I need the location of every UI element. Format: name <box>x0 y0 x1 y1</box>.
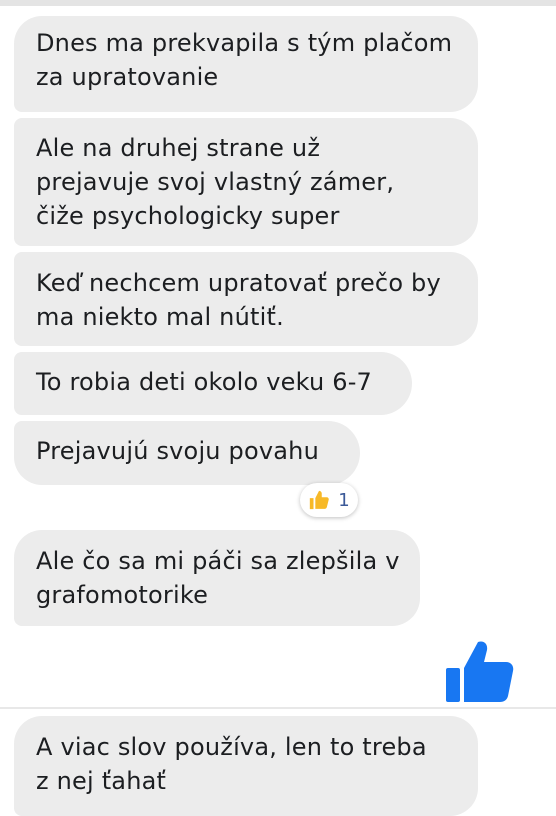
top-divider <box>0 0 556 6</box>
message-text-line: Dnes ma prekvapila s tým plačom <box>36 29 453 57</box>
message-bubble[interactable]: Ale čo sa mi páči sa zlepšila v grafomot… <box>14 530 420 626</box>
message-text-line: Ale na druhej strane už <box>36 134 321 162</box>
message-text-line: Ale čo sa mi páči sa zlepšila v <box>36 547 400 575</box>
reaction-badge[interactable]: 1 <box>300 483 358 517</box>
message-text-line: z nej ťahať <box>36 767 167 795</box>
message-text-line: Keď nechcem upratovať prečo by <box>36 269 441 297</box>
message-bubble[interactable]: To robia deti okolo veku 6-7 <box>14 352 412 415</box>
message-text-line: čiže psychologicky super <box>36 202 340 230</box>
reaction-count: 1 <box>338 489 350 511</box>
message-bubble[interactable]: Ale na druhej strane už prejavuje svoj v… <box>14 118 478 246</box>
message-text-line: grafomotorike <box>36 581 209 609</box>
message-text-line: ma niekto mal nútiť. <box>36 303 284 331</box>
message-text-line: Prejavujú svoju povahu <box>36 437 320 465</box>
message-text-line: za upratovanie <box>36 63 219 91</box>
message-text-line: prejavuje svoj vlastný zámer, <box>36 168 395 196</box>
message-bubble[interactable]: A viac slov používa, len to treba z nej … <box>14 716 478 816</box>
section-divider <box>0 707 556 709</box>
thumbs-up-icon <box>310 490 330 510</box>
thumbs-up-icon <box>446 641 514 702</box>
message-bubble[interactable]: Dnes ma prekvapila s tým plačom za uprat… <box>14 16 478 112</box>
message-bubble[interactable]: Keď nechcem upratovať prečo by ma niekto… <box>14 252 478 346</box>
message-text-line: A viac slov používa, len to treba <box>36 733 427 761</box>
message-bubble[interactable]: Prejavujú svoju povahu <box>14 421 360 485</box>
message-text-line: To robia deti okolo veku 6-7 <box>36 368 373 396</box>
